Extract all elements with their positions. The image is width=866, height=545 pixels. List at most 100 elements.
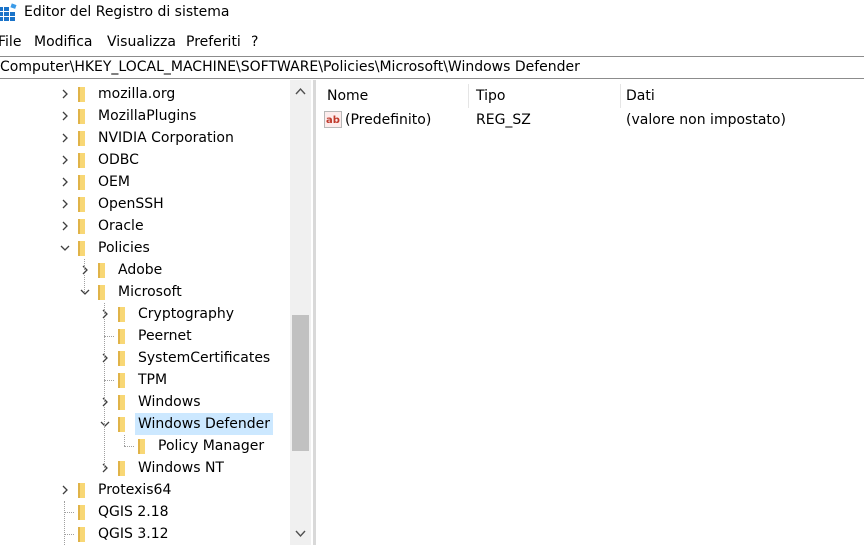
tree-item[interactable]: Cryptography [0, 303, 290, 325]
folder-icon [78, 505, 85, 520]
tree-item[interactable]: Policy Manager [0, 435, 290, 457]
folder-icon [118, 307, 125, 322]
chevron-right-icon[interactable] [60, 89, 70, 99]
chevron-right-icon[interactable] [100, 463, 110, 473]
chevron-right-icon[interactable] [100, 309, 110, 319]
column-separator[interactable] [468, 84, 469, 108]
tree-item-label: MozillaPlugins [98, 108, 197, 124]
chevron-right-icon[interactable] [60, 133, 70, 143]
value-data: (valore non impostato) [626, 112, 786, 128]
folder-icon [118, 373, 125, 388]
tree-item-label: SystemCertificates [138, 350, 271, 366]
tree-item[interactable]: Oracle [0, 215, 290, 237]
svg-text:ab: ab [326, 115, 340, 126]
tree-item[interactable]: NVIDIA Corporation [0, 127, 290, 149]
key-tree[interactable]: mozilla.org MozillaPlugins NVIDIA Corporat… [0, 80, 313, 545]
tree-item[interactable]: ODBC [0, 149, 290, 171]
tree-item[interactable]: SystemCertificates [0, 347, 290, 369]
menu-bar: File Modifica Visualizza Preferiti ? [0, 30, 866, 54]
chevron-right-icon[interactable] [80, 265, 90, 275]
tree-item[interactable]: Peernet [0, 325, 290, 347]
tree-item[interactable]: TPM [0, 369, 290, 391]
tree-item[interactable]: QGIS 2.18 [0, 501, 290, 523]
tree-item-label: OEM [98, 174, 130, 190]
tree-item-label: TPM [138, 372, 168, 388]
tree-item[interactable]: OEM [0, 171, 290, 193]
tree-item-label: Policies [98, 240, 150, 256]
address-path[interactable]: Computer\HKEY_LOCAL_MACHINE\SOFTWARE\Pol… [0, 59, 580, 76]
chevron-right-icon[interactable] [60, 177, 70, 187]
scroll-thumb[interactable] [292, 315, 309, 451]
tree-item[interactable]: Adobe [0, 259, 290, 281]
tree-item[interactable]: mozilla.org [0, 83, 290, 105]
tree-item-label: Adobe [118, 262, 163, 278]
tree-item[interactable]: Windows NT [0, 457, 290, 479]
value-type: REG_SZ [476, 112, 531, 128]
tree-connector-line [64, 501, 65, 545]
chevron-right-icon[interactable] [60, 199, 70, 209]
tree-item[interactable]: QGIS 3.12 [0, 523, 290, 545]
tree-item-label: Cryptography [138, 306, 235, 322]
tree-item-label: Windows NT [138, 460, 224, 476]
values-list[interactable]: Nome Tipo Dati ab (Predefinito) REG_SZ (… [318, 80, 866, 545]
column-header-nome[interactable]: Nome [327, 84, 368, 108]
title-bar: Editor del Registro di sistema [0, 0, 866, 26]
tree-item[interactable]: Microsoft [0, 281, 290, 303]
chevron-right-icon[interactable] [60, 155, 70, 165]
chevron-right-icon[interactable] [60, 111, 70, 121]
tree-item-label: mozilla.org [98, 86, 176, 102]
menu-visualizza[interactable]: Visualizza [107, 33, 176, 51]
chevron-down-icon[interactable] [100, 419, 110, 429]
menu-file[interactable]: File [0, 33, 21, 51]
folder-icon [78, 109, 85, 124]
scroll-up-icon[interactable] [290, 80, 311, 102]
tree-item-label: Windows [138, 394, 201, 410]
chevron-down-icon[interactable] [80, 287, 90, 297]
tree-scrollbar[interactable] [290, 80, 311, 545]
tree-item[interactable]: Protexis64 [0, 479, 290, 501]
pane-splitter[interactable] [313, 80, 316, 545]
folder-icon [78, 219, 85, 234]
menu-modifica[interactable]: Modifica [34, 33, 93, 51]
column-header-tipo[interactable]: Tipo [476, 84, 505, 108]
window-title: Editor del Registro di sistema [24, 4, 230, 20]
chevron-right-icon[interactable] [100, 353, 110, 363]
folder-icon [78, 87, 85, 102]
folder-icon [118, 417, 125, 432]
folder-icon [118, 461, 125, 476]
tree-item[interactable]: Windows Defender [0, 413, 290, 435]
tree-connector-line [84, 259, 85, 292]
tree-item-label: ODBC [98, 152, 139, 168]
tree-item-label: Peernet [138, 328, 192, 344]
tree-item[interactable]: OpenSSH [0, 193, 290, 215]
folder-icon [138, 439, 145, 454]
tree-item[interactable]: Windows [0, 391, 290, 413]
folder-icon [118, 329, 125, 344]
column-header-dati[interactable]: Dati [626, 84, 655, 108]
folder-icon [78, 131, 85, 146]
chevron-right-icon[interactable] [60, 221, 70, 231]
tree-item-label: QGIS 2.18 [98, 504, 169, 520]
folder-icon [78, 483, 85, 498]
folder-icon [78, 241, 85, 256]
column-separator[interactable] [620, 84, 621, 108]
menu-help[interactable]: ? [251, 33, 258, 51]
tree-item-label: Protexis64 [98, 482, 172, 498]
folder-icon [118, 351, 125, 366]
tree-connector-line [124, 435, 125, 446]
tree-item-label: NVIDIA Corporation [98, 130, 234, 146]
folder-icon [78, 197, 85, 212]
menu-preferiti[interactable]: Preferiti [186, 33, 241, 51]
tree-item[interactable]: MozillaPlugins [0, 105, 290, 127]
scroll-down-icon[interactable] [290, 523, 311, 545]
address-bar[interactable]: Computer\HKEY_LOCAL_MACHINE\SOFTWARE\Pol… [0, 56, 864, 79]
chevron-right-icon[interactable] [60, 485, 70, 495]
tree-item-label: Policy Manager [158, 438, 265, 454]
tree-item[interactable]: Policies [0, 237, 290, 259]
chevron-down-icon[interactable] [60, 243, 70, 253]
folder-icon [78, 153, 85, 168]
folder-icon [98, 263, 105, 278]
tree-item-label: Windows Defender [135, 413, 274, 435]
value-name[interactable]: (Predefinito) [345, 109, 431, 131]
chevron-right-icon[interactable] [100, 397, 110, 407]
